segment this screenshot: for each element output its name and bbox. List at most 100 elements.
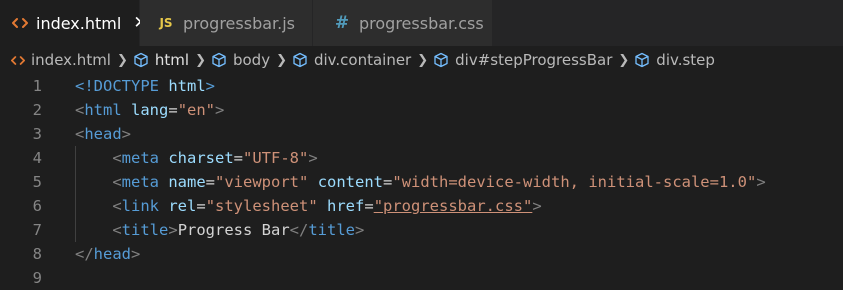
code-token: "progressbar.css" [373, 197, 533, 215]
code-token: > [205, 77, 216, 95]
code-token: = [233, 149, 244, 167]
code-token: html [84, 101, 122, 119]
breadcrumb-item-index-html[interactable]: index.html [11, 51, 111, 69]
code-content: </head> [75, 242, 140, 266]
code-token: > [308, 149, 318, 167]
code-token: < [75, 101, 85, 119]
code-token: = [196, 197, 206, 215]
code-token: "width=device-width, initial-scale=1.0" [392, 173, 757, 191]
cube-icon [133, 52, 149, 68]
code-content: <title>Progress Bar</title> [75, 218, 364, 242]
code-token: name [168, 173, 206, 191]
code-token: charset [168, 149, 234, 167]
js-file-icon: JS [159, 16, 173, 30]
breadcrumb: index.html ❯ html ❯ body ❯ div.container… [0, 46, 843, 74]
code-token: Progress Bar [177, 221, 290, 239]
chevron-right-icon: ❯ [618, 52, 630, 68]
code-token: > [168, 221, 178, 239]
code-line[interactable]: 8 </head> [0, 242, 843, 266]
code-token: > [121, 125, 132, 143]
code-line[interactable]: 9 [0, 266, 843, 290]
code-line[interactable]: 4 <meta charset="UTF-8"> [0, 146, 843, 170]
chevron-right-icon: ❯ [276, 52, 287, 68]
line-number: 6 [32, 197, 42, 215]
tab-label: progressbar.js [183, 13, 296, 33]
code-line[interactable]: 7 <title>Progress Bar</title> [0, 218, 843, 242]
code-line[interactable]: 1 <!DOCTYPE html> [0, 74, 843, 98]
code-token: "en" [177, 101, 216, 119]
tab-label: index.html [36, 13, 122, 33]
code-line[interactable]: 3 <head> [0, 122, 843, 146]
code-token: head [84, 125, 122, 143]
code-content: <meta charset="UTF-8"> [75, 146, 318, 170]
code-line[interactable]: 6 <link rel="stylesheet" href="progressb… [0, 194, 843, 218]
chevron-right-icon: ❯ [195, 52, 206, 68]
code-token: "stylesheet" [205, 197, 318, 215]
code-token: = [205, 173, 216, 191]
chevron-right-icon: ❯ [417, 52, 429, 68]
code-token: = [364, 197, 374, 215]
code-token: > [532, 197, 542, 215]
code-token: = [168, 101, 178, 119]
html-file-icon [11, 55, 25, 66]
code-content: <meta name="viewport" content="width=dev… [75, 170, 766, 194]
cube-icon [634, 52, 650, 68]
code-token: rel [168, 197, 197, 215]
line-number: 1 [32, 77, 42, 95]
code-token: link [121, 197, 159, 215]
line-number: 4 [32, 149, 42, 167]
code-token: html [168, 77, 206, 95]
tab-label: progressbar.css [359, 13, 484, 33]
code-token: </ [289, 221, 309, 239]
tab-progressbar-css[interactable]: # progressbar.css [313, 0, 493, 46]
css-file-icon: # [334, 13, 350, 33]
code-content: <head> [75, 122, 131, 146]
code-line[interactable]: 2 <html lang="en"> [0, 98, 843, 122]
code-line[interactable]: 5 <meta name="viewport" content="width=d… [0, 170, 843, 194]
code-token: title [121, 221, 169, 239]
chevron-right-icon: ❯ [116, 52, 128, 68]
tab-progressbar-js[interactable]: JS progressbar.js [140, 0, 313, 46]
code-token: > [355, 221, 365, 239]
code-token: < [75, 125, 85, 143]
line-number: 2 [32, 101, 42, 119]
breadcrumb-item-body[interactable]: body [211, 51, 270, 69]
breadcrumb-item-div-step[interactable]: div.step [634, 51, 715, 69]
cube-icon [292, 52, 308, 68]
html-file-icon [12, 17, 28, 29]
code-token: "UTF-8" [243, 149, 309, 167]
breadcrumb-item-div-stepprogressbar[interactable]: div#stepProgressBar [433, 51, 612, 69]
code-token: <!DOCTYPE [75, 77, 159, 95]
code-token: title [308, 221, 356, 239]
tab-index-html[interactable]: index.html ✕ [0, 0, 148, 46]
code-token: href [327, 197, 365, 215]
code-token: < [112, 197, 122, 215]
code-token: </ [75, 245, 94, 263]
code-token: = [383, 173, 393, 191]
code-token: > [756, 173, 766, 191]
code-token: meta [121, 149, 159, 167]
code-editor[interactable]: 1 <!DOCTYPE html> 2 <html lang="en"> 3 <head>… [0, 74, 843, 287]
code-token: lang [131, 101, 169, 119]
line-number: 8 [32, 245, 42, 263]
cube-icon [211, 52, 227, 68]
line-number: 7 [32, 221, 42, 239]
breadcrumb-item-div-container[interactable]: div.container [292, 51, 411, 69]
breadcrumb-item-html[interactable]: html [133, 51, 189, 69]
line-number: 9 [32, 269, 42, 287]
line-number: 5 [32, 173, 42, 191]
code-token: > [215, 101, 225, 119]
code-token: > [131, 245, 141, 263]
code-token: < [112, 221, 122, 239]
cube-icon [433, 52, 449, 68]
